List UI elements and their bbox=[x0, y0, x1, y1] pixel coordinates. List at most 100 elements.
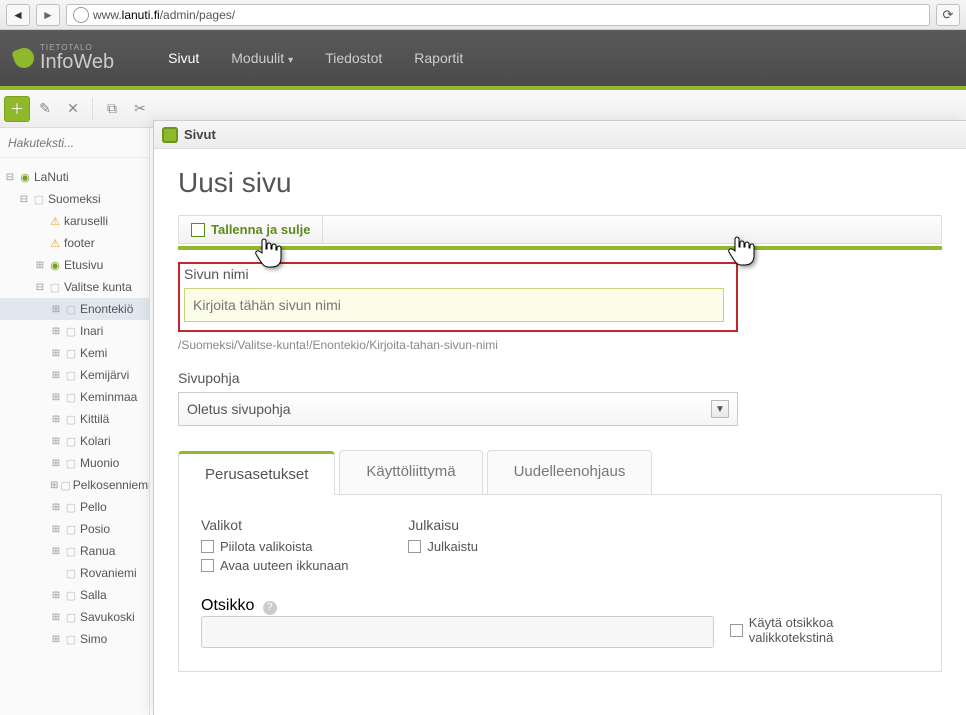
expander-icon[interactable]: ⊞ bbox=[34, 260, 46, 271]
save-label: Tallenna ja sulje bbox=[211, 222, 310, 237]
expander-icon[interactable]: ⊞ bbox=[50, 436, 62, 447]
newwin-label: Avaa uuteen ikkunaan bbox=[220, 558, 348, 573]
top-nav-sivut[interactable]: Sivut bbox=[152, 30, 215, 90]
tree-item[interactable]: ⊟◉LaNuti bbox=[0, 166, 149, 188]
tree-item[interactable]: ⊟▢Valitse kunta bbox=[0, 276, 149, 298]
tree-item[interactable]: ⊞▢Pello bbox=[0, 496, 149, 518]
page-editor-panel: Sivut Uusi sivu Tallenna ja sulje Sivun … bbox=[153, 120, 966, 715]
expander-icon[interactable]: ⊞ bbox=[50, 458, 62, 469]
tree-search-input[interactable] bbox=[8, 136, 141, 150]
expander-icon[interactable]: ⊟ bbox=[34, 282, 46, 293]
logo: TIETOTALO InfoWeb bbox=[14, 44, 114, 72]
template-label: Sivupohja bbox=[178, 370, 942, 386]
save-and-close-button[interactable]: Tallenna ja sulje bbox=[179, 216, 323, 243]
expander-icon[interactable]: ⊞ bbox=[50, 546, 62, 557]
page-icon: ▢ bbox=[64, 566, 78, 580]
expander-icon[interactable]: ⊞ bbox=[50, 634, 62, 645]
cut-button[interactable]: ✂ bbox=[127, 96, 153, 122]
top-nav-moduulit[interactable]: Moduulit▾ bbox=[215, 30, 309, 86]
address-bar[interactable]: www.lanuti.fi/admin/pages/ bbox=[66, 4, 930, 26]
hide-from-menus-checkbox[interactable]: Piilota valikoista bbox=[201, 539, 348, 554]
tree-item[interactable]: ⚠karuselli bbox=[0, 210, 149, 232]
tree-item[interactable]: ▢Rovaniemi bbox=[0, 562, 149, 584]
expander-icon[interactable]: ⊞ bbox=[50, 392, 62, 403]
tree-item[interactable]: ⊞▢Pelkosenniemi bbox=[0, 474, 149, 496]
forward-button[interactable]: ► bbox=[36, 4, 60, 26]
expander-icon[interactable]: ⊞ bbox=[50, 590, 62, 601]
tree-item[interactable]: ⊞▢Simo bbox=[0, 628, 149, 650]
page-icon: ▢ bbox=[64, 632, 78, 646]
page-name-group: Sivun nimi bbox=[178, 262, 738, 332]
expander-icon[interactable]: ⊞ bbox=[50, 326, 62, 337]
tree-item-label: Ranua bbox=[80, 544, 115, 558]
tab-käyttöliittymä[interactable]: Käyttöliittymä bbox=[339, 450, 482, 494]
expander-icon[interactable]: ⊞ bbox=[50, 304, 62, 315]
expander-icon[interactable]: ⊞ bbox=[50, 414, 62, 425]
tree-item-label: Pello bbox=[80, 500, 107, 514]
accent-divider bbox=[178, 246, 942, 250]
title-input[interactable] bbox=[201, 616, 714, 648]
tree-item-label: Valitse kunta bbox=[64, 280, 132, 294]
expander-icon[interactable]: ⊞ bbox=[50, 348, 62, 359]
expander-icon[interactable]: ⊟ bbox=[18, 194, 30, 205]
page-icon: ▢ bbox=[48, 280, 62, 294]
page-icon: ▢ bbox=[64, 434, 78, 448]
published-label: Julkaistu bbox=[427, 539, 478, 554]
open-new-window-checkbox[interactable]: Avaa uuteen ikkunaan bbox=[201, 558, 348, 573]
tree-item[interactable]: ⊞▢Ranua bbox=[0, 540, 149, 562]
tree-item[interactable]: ⚠footer bbox=[0, 232, 149, 254]
page-icon: ▢ bbox=[64, 302, 78, 316]
use-title-label: Käytä otsikkoa valikkotekstinä bbox=[749, 615, 919, 645]
tree-item[interactable]: ⊞▢Muonio bbox=[0, 452, 149, 474]
title-label: Otsikko ? bbox=[201, 597, 277, 614]
tree-item[interactable]: ⊟▢Suomeksi bbox=[0, 188, 149, 210]
tree-item-label: Keminmaa bbox=[80, 390, 137, 404]
tree-item-label: Savukoski bbox=[80, 610, 135, 624]
tree-search[interactable] bbox=[0, 128, 149, 158]
tree-item[interactable]: ⊞▢Inari bbox=[0, 320, 149, 342]
expander-icon[interactable]: ⊞ bbox=[50, 480, 58, 491]
tree-item[interactable]: ⊞▢Kittilä bbox=[0, 408, 149, 430]
tree-item[interactable]: ⊞▢Posio bbox=[0, 518, 149, 540]
tree-item[interactable]: ⊞▢Enontekiö bbox=[0, 298, 149, 320]
tree-item[interactable]: ⊞▢Kolari bbox=[0, 430, 149, 452]
expander-icon[interactable]: ⊞ bbox=[50, 524, 62, 535]
tree-item[interactable]: ⊞◉Etusivu bbox=[0, 254, 149, 276]
use-title-as-menu-checkbox[interactable]: Käytä otsikkoa valikkotekstinä bbox=[730, 615, 919, 645]
page-icon: ▢ bbox=[64, 324, 78, 338]
settings-tabs: PerusasetuksetKäyttöliittymäUudelleenohj… bbox=[178, 450, 942, 495]
expander-icon[interactable]: ⊟ bbox=[4, 172, 16, 183]
edit-button[interactable]: ✎ bbox=[32, 96, 58, 122]
back-button[interactable]: ◄ bbox=[6, 4, 30, 26]
page-icon: ▢ bbox=[64, 368, 78, 382]
page-icon: ▢ bbox=[64, 522, 78, 536]
expander-icon[interactable]: ⊞ bbox=[50, 502, 62, 513]
page-name-input[interactable] bbox=[184, 288, 724, 322]
template-select[interactable]: Oletus sivupohja ▼ bbox=[178, 392, 738, 426]
tab-uudelleenohjaus[interactable]: Uudelleenohjaus bbox=[487, 450, 653, 494]
top-nav-tiedostot[interactable]: Tiedostot bbox=[309, 30, 398, 86]
panel-title: Sivut bbox=[184, 127, 216, 142]
tree-item[interactable]: ⊞▢Keminmaa bbox=[0, 386, 149, 408]
copy-button[interactable]: ⧉ bbox=[99, 96, 125, 122]
add-button[interactable]: ＋ bbox=[4, 96, 30, 122]
reload-button[interactable]: ⟳ bbox=[936, 4, 960, 26]
page-tree: ⊟◉LaNuti⊟▢Suomeksi⚠karuselli⚠footer⊞◉Etu… bbox=[0, 158, 149, 715]
published-checkbox[interactable]: Julkaistu bbox=[408, 539, 478, 554]
tree-item-label: Simo bbox=[80, 632, 107, 646]
tree-item[interactable]: ⊞▢Salla bbox=[0, 584, 149, 606]
url-post: /admin/pages/ bbox=[160, 8, 235, 22]
tab-perusasetukset[interactable]: Perusasetukset bbox=[178, 451, 335, 495]
tree-item-label: Enontekiö bbox=[80, 302, 133, 316]
tree-item[interactable]: ⊞▢Kemi bbox=[0, 342, 149, 364]
top-nav-raportit[interactable]: Raportit bbox=[398, 30, 479, 86]
tree-item[interactable]: ⊞▢Savukoski bbox=[0, 606, 149, 628]
tree-item[interactable]: ⊞▢Kemijärvi bbox=[0, 364, 149, 386]
tab-basic-settings: Valikot Piilota valikoista Avaa uuteen i… bbox=[178, 495, 942, 672]
help-icon[interactable]: ? bbox=[263, 601, 277, 615]
page-icon: ▢ bbox=[32, 192, 46, 206]
tree-item-label: Suomeksi bbox=[48, 192, 101, 206]
delete-button[interactable]: ✕ bbox=[60, 96, 86, 122]
expander-icon[interactable]: ⊞ bbox=[50, 612, 62, 623]
expander-icon[interactable]: ⊞ bbox=[50, 370, 62, 381]
